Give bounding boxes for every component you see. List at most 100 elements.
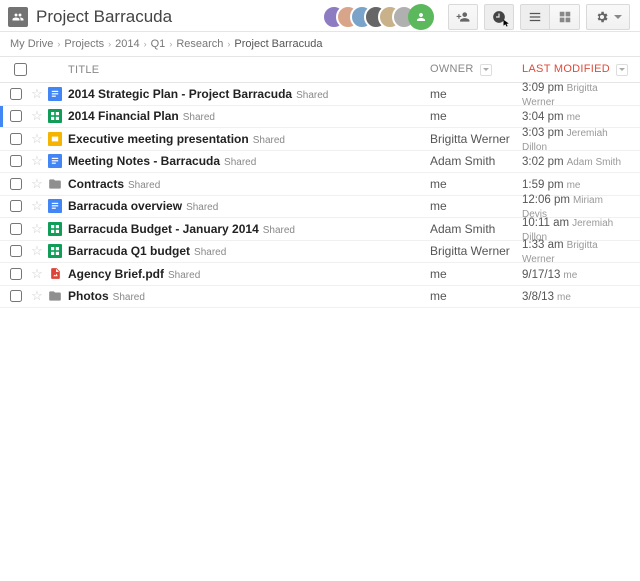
shared-label: Shared: [194, 247, 226, 258]
breadcrumb: My Drive›Projects›2014›Q1›Research›Proje…: [0, 32, 640, 57]
doc-icon: [48, 154, 62, 168]
breadcrumb-separator: ›: [57, 39, 60, 49]
file-title: Barracuda Q1 budget: [68, 244, 190, 258]
doc-icon: [48, 87, 62, 101]
modified-by: me: [557, 292, 571, 303]
table-row[interactable]: ☆ 2014 Strategic Plan - Project Barracuda…: [0, 83, 640, 106]
star-icon[interactable]: ☆: [31, 243, 43, 259]
shared-label: Shared: [183, 112, 215, 123]
file-owner: Adam Smith: [430, 154, 522, 168]
row-checkbox[interactable]: [10, 110, 22, 122]
slides-icon: [48, 132, 62, 146]
file-title: Meeting Notes - Barracuda: [68, 154, 220, 168]
sheet-icon: [48, 244, 62, 258]
file-owner: me: [430, 87, 522, 101]
folder-icon: [48, 289, 62, 303]
view-toggle: [520, 4, 580, 30]
file-owner: Brigitta Werner: [430, 244, 522, 258]
row-checkbox[interactable]: [10, 133, 22, 145]
header: Project Barracuda: [0, 0, 640, 32]
col-owner[interactable]: OWNER: [430, 63, 522, 75]
cursor-icon: [502, 19, 511, 28]
breadcrumb-separator: ›: [144, 39, 147, 49]
modified-time: 3:03 pm: [522, 127, 564, 139]
file-title: Barracuda Budget - January 2014: [68, 222, 259, 236]
breadcrumb-item[interactable]: Projects: [64, 38, 104, 50]
modified-time: 3:04 pm: [522, 111, 564, 123]
row-checkbox[interactable]: [10, 88, 22, 100]
row-checkbox[interactable]: [10, 178, 22, 190]
star-icon[interactable]: ☆: [31, 131, 43, 147]
modified-sort-dropdown[interactable]: [616, 64, 628, 76]
shared-label: Shared: [253, 135, 285, 146]
row-checkbox[interactable]: [10, 290, 22, 302]
star-icon[interactable]: ☆: [31, 266, 43, 282]
col-title[interactable]: TITLE: [64, 64, 430, 76]
star-icon[interactable]: ☆: [31, 221, 43, 237]
modified-time: 3/8/13: [522, 291, 554, 303]
settings-button[interactable]: [586, 4, 630, 30]
file-title: 2014 Financial Plan: [68, 109, 179, 123]
pdf-icon: [48, 267, 62, 281]
file-title: Contracts: [68, 177, 124, 191]
shared-folder-icon: [8, 7, 28, 27]
grid-view-button[interactable]: [550, 4, 580, 30]
star-icon[interactable]: ☆: [31, 176, 43, 192]
collaborator-list: [322, 4, 434, 30]
file-owner: me: [430, 199, 522, 213]
file-owner: me: [430, 109, 522, 123]
star-icon[interactable]: ☆: [31, 288, 43, 304]
list-view-button[interactable]: [520, 4, 550, 30]
shared-label: Shared: [296, 90, 328, 101]
file-owner: Adam Smith: [430, 222, 522, 236]
file-owner: me: [430, 289, 522, 303]
shared-label: Shared: [263, 225, 295, 236]
modified-time: 10:11 am: [522, 217, 569, 229]
star-icon[interactable]: ☆: [31, 198, 43, 214]
breadcrumb-item[interactable]: Q1: [151, 38, 166, 50]
star-icon[interactable]: ☆: [31, 86, 43, 102]
shared-label: Shared: [186, 202, 218, 213]
table-row[interactable]: ☆ Barracuda Q1 budget Shared Brigitta Werne…: [0, 241, 640, 264]
col-modified[interactable]: LAST MODIFIED: [522, 63, 630, 75]
select-all-checkbox[interactable]: [14, 63, 27, 76]
row-checkbox[interactable]: [10, 155, 22, 167]
modified-time: 12:06 pm: [522, 194, 570, 206]
row-checkbox[interactable]: [10, 200, 22, 212]
row-checkbox[interactable]: [10, 223, 22, 235]
activity-button[interactable]: [484, 4, 514, 30]
modified-by: me: [567, 180, 581, 191]
breadcrumb-separator: ›: [227, 39, 230, 49]
breadcrumb-item[interactable]: My Drive: [10, 38, 53, 50]
table-row[interactable]: ☆Executive meeting presentationSharedBri…: [0, 128, 640, 151]
file-title: Executive meeting presentation: [68, 132, 249, 146]
modified-by: Adam Smith: [567, 157, 621, 168]
folder-icon: [48, 177, 62, 191]
table-row[interactable]: ☆Agency Brief.pdfSharedme9/17/13me: [0, 263, 640, 286]
row-checkbox[interactable]: [10, 268, 22, 280]
file-title: Barracuda overview: [68, 199, 182, 213]
modified-time: 3:09 pm: [522, 82, 564, 94]
presence-indicator[interactable]: [408, 4, 434, 30]
table-row[interactable]: ☆PhotosSharedme3/8/13me: [0, 286, 640, 309]
table-row[interactable]: ☆ Meeting Notes - Barracuda Shared Adam Smi…: [0, 151, 640, 174]
breadcrumb-item[interactable]: 2014: [115, 38, 139, 50]
modified-time: 1:33 am: [522, 239, 564, 251]
sheet-icon: [48, 222, 62, 236]
shared-label: Shared: [224, 157, 256, 168]
add-user-button[interactable]: [448, 4, 478, 30]
modified-time: 3:02 pm: [522, 156, 564, 168]
breadcrumb-item[interactable]: Research: [176, 38, 223, 50]
modified-by: me: [567, 112, 581, 123]
owner-sort-dropdown[interactable]: [480, 64, 492, 76]
sheet-icon: [48, 109, 62, 123]
star-icon[interactable]: ☆: [31, 153, 43, 169]
star-icon[interactable]: ☆: [31, 108, 43, 124]
chevron-down-icon: [614, 15, 622, 19]
file-title: 2014 Strategic Plan - Project Barracuda: [68, 87, 292, 101]
breadcrumb-separator: ›: [169, 39, 172, 49]
breadcrumb-item: Project Barracuda: [234, 38, 322, 50]
row-checkbox[interactable]: [10, 245, 22, 257]
breadcrumb-separator: ›: [108, 39, 111, 49]
file-title: Photos: [68, 289, 109, 303]
